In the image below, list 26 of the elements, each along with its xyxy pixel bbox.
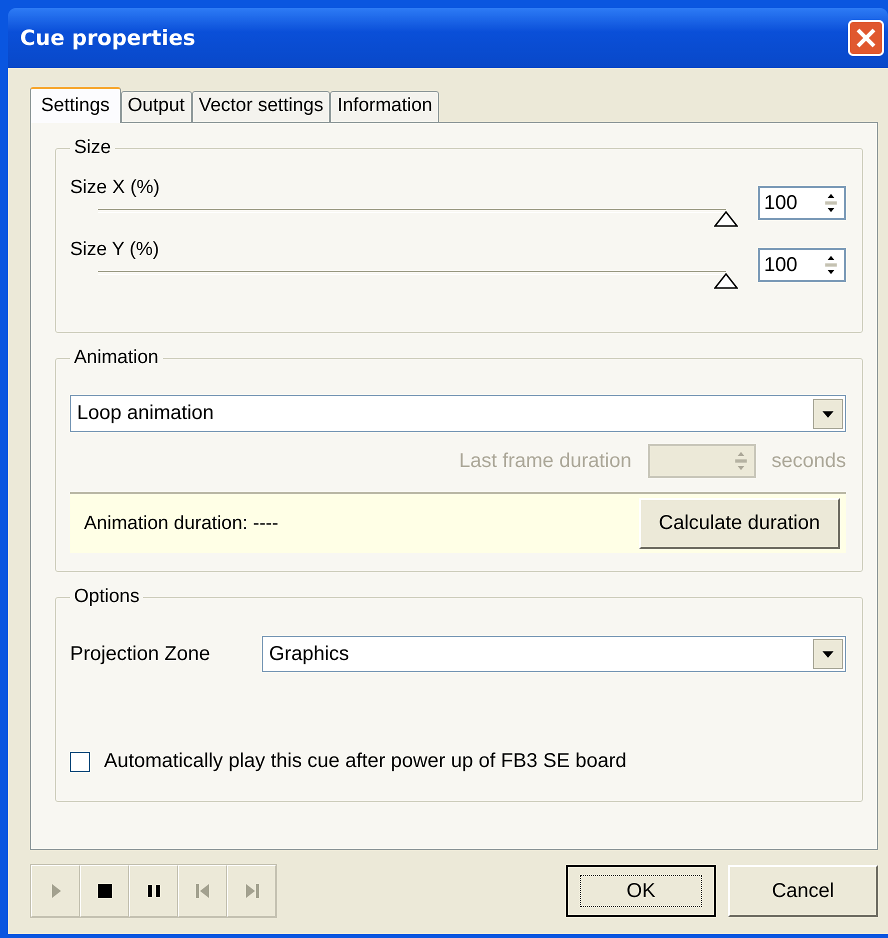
tab[interactable]: Information xyxy=(330,91,440,122)
slider-label: Size X (%) xyxy=(70,177,160,199)
tab[interactable]: Output xyxy=(120,91,192,122)
media-button[interactable] xyxy=(80,865,129,917)
group-label: Size xyxy=(73,137,112,159)
calculate-button[interactable]: Calculate duration xyxy=(638,498,840,549)
unit-label: seconds xyxy=(772,450,846,472)
slider-thumb[interactable] xyxy=(714,211,738,227)
dialog-button[interactable]: Cancel xyxy=(728,865,878,917)
dialog-button[interactable]: OK xyxy=(566,865,716,917)
slider-label: Size Y (%) xyxy=(70,239,160,261)
field-label: Last frame duration xyxy=(459,450,632,472)
media-button[interactable] xyxy=(129,865,178,917)
close-icon[interactable] xyxy=(848,20,884,56)
field-label: Projection Zone xyxy=(70,642,212,666)
tab[interactable]: Vector settings xyxy=(192,91,330,122)
slider-thumb[interactable] xyxy=(714,273,738,289)
dropdown[interactable]: Graphics xyxy=(262,636,846,672)
group-label: Options xyxy=(73,586,140,608)
checkbox-label: Automatically play this cue after power up of FB3 SE board xyxy=(104,750,626,773)
window-title: Cue properties xyxy=(20,26,196,50)
duration-text: Animation duration: ---- xyxy=(84,512,278,534)
dropdown[interactable]: Loop animation xyxy=(70,395,846,432)
tab[interactable]: Settings xyxy=(30,87,121,123)
group-label: Animation xyxy=(73,347,160,369)
checkbox[interactable] xyxy=(70,752,90,772)
